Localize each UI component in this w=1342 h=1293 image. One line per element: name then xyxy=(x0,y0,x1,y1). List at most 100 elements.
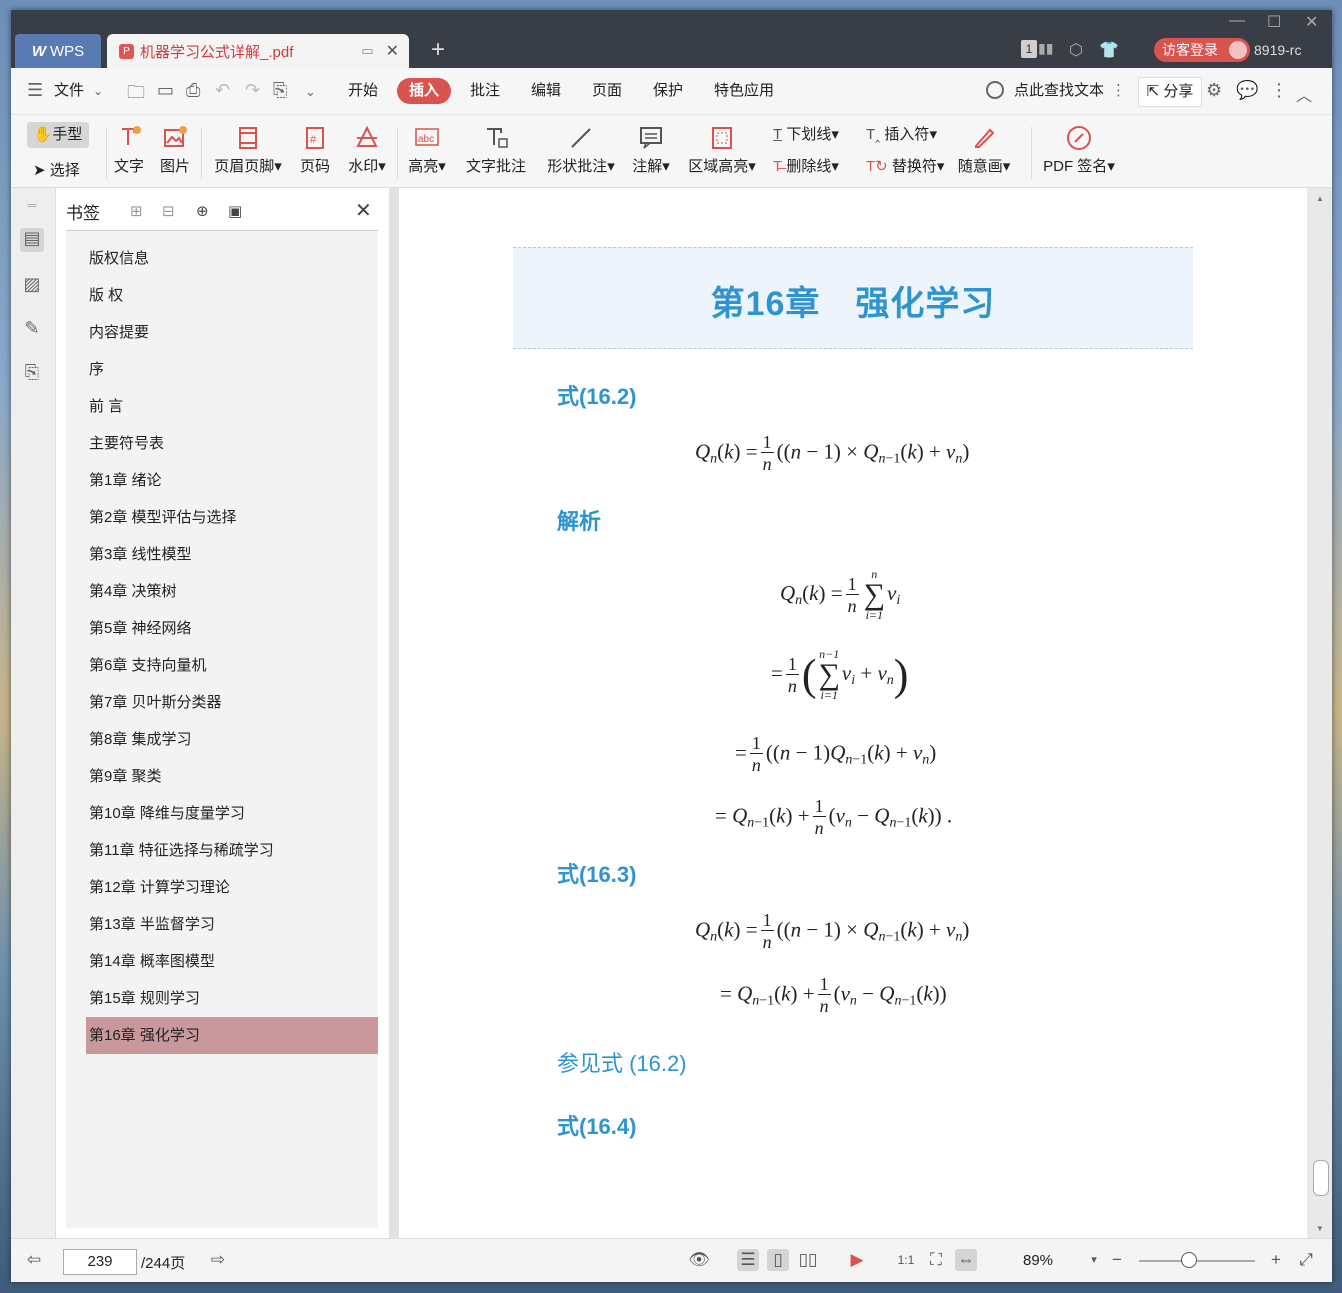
insert-image-button[interactable]: 图片 xyxy=(157,125,193,176)
insert-text-button[interactable]: 文字 xyxy=(111,125,147,176)
bookmark-item[interactable]: 第2章 模型评估与选择 xyxy=(86,499,378,536)
pdf-sign-button[interactable]: PDF 签名▾ xyxy=(1043,125,1115,176)
search-icon[interactable] xyxy=(986,81,1004,99)
share-button[interactable]: ⇱ 分享 xyxy=(1138,77,1202,107)
menu-insert[interactable]: 插入 xyxy=(397,78,451,104)
zoom-out-icon[interactable]: − xyxy=(1106,1249,1128,1271)
eye-protection-icon[interactable]: 👁 xyxy=(688,1249,710,1271)
collapse-bookmark-icon[interactable]: ⊟ xyxy=(162,202,175,220)
print-icon[interactable]: ⎙ xyxy=(186,80,200,101)
menu-page[interactable]: 页面 xyxy=(592,68,622,114)
document-tab[interactable]: P 机器学习公式详解_.pdf ▭ ✕ xyxy=(107,34,409,68)
maximize-icon[interactable]: ☐ xyxy=(1267,12,1281,32)
header-footer-button[interactable]: 页眉页脚▾ xyxy=(211,125,285,176)
bookmark-item[interactable]: 第15章 规则学习 xyxy=(86,980,378,1017)
minimize-icon[interactable]: — xyxy=(1229,12,1245,30)
undo-icon[interactable]: ↶ xyxy=(215,80,230,101)
scrollbar-thumb[interactable] xyxy=(1313,1160,1329,1196)
zoom-slider-handle[interactable] xyxy=(1181,1252,1197,1268)
menu-protect[interactable]: 保护 xyxy=(653,68,683,114)
attachment-icon[interactable]: ⎘ xyxy=(20,362,44,386)
underline-button[interactable]: T̲ 下划线▾ xyxy=(773,123,839,144)
sync-icon[interactable]: ⬡ xyxy=(1069,40,1083,60)
skin-shirt-icon[interactable]: 👕 xyxy=(1099,40,1119,60)
settings-gear-icon[interactable]: ⚙ xyxy=(1206,80,1222,101)
continuous-view-icon[interactable]: ☰ xyxy=(737,1249,759,1271)
watermark-button[interactable]: 水印▾ xyxy=(345,125,389,176)
bookmark-item[interactable]: 第8章 集成学习 xyxy=(86,721,378,758)
page-number-input[interactable]: 239 xyxy=(63,1249,137,1275)
replace-mark-button[interactable]: T↻ 替换符▾ xyxy=(866,155,944,176)
bookmark-item[interactable]: 序 xyxy=(86,351,378,388)
bookmark-item[interactable]: 第9章 聚类 xyxy=(86,758,378,795)
bookmark-item[interactable]: 内容提要 xyxy=(86,314,378,351)
bookmark-item[interactable]: 版 权 xyxy=(86,277,378,314)
bookmark-item[interactable]: 第7章 贝叶斯分类器 xyxy=(86,684,378,721)
thumbnail-icon[interactable]: ▨ xyxy=(20,274,44,298)
previous-page-icon[interactable]: ⇦ xyxy=(23,1249,45,1271)
two-page-view-icon[interactable]: ▯▯ xyxy=(797,1249,819,1271)
bookmark-item[interactable]: 第13章 半监督学习 xyxy=(86,906,378,943)
play-slideshow-icon[interactable]: ▶ xyxy=(846,1249,868,1271)
bookmark-item[interactable]: 前 言 xyxy=(86,388,378,425)
strikethrough-button[interactable]: T̶ 删除线▾ xyxy=(773,155,839,176)
collapse-ribbon-icon[interactable]: ︿ xyxy=(1296,82,1312,106)
expand-bookmark-icon[interactable]: ⊞ xyxy=(130,202,143,220)
note-button[interactable]: 注解▾ xyxy=(629,125,673,176)
insert-mark-button[interactable]: T‸ 插入符▾ xyxy=(866,123,937,144)
tab-monitor-icon[interactable]: ▭ xyxy=(361,43,373,59)
window-count-badge[interactable]: 1 xyxy=(1021,40,1037,58)
page-number-button[interactable]: # 页码 xyxy=(297,125,333,176)
scroll-up-icon[interactable]: ▲ xyxy=(1316,194,1324,203)
vertical-scrollbar[interactable]: ▲ ▼ xyxy=(1307,188,1332,1238)
fit-width-icon[interactable]: ⇔ xyxy=(955,1249,977,1271)
bookmark-settings-icon[interactable]: ▣ xyxy=(228,202,242,220)
panel-divider[interactable] xyxy=(389,188,399,1238)
search-more-icon[interactable]: ⋮ xyxy=(1111,68,1126,114)
chevron-down-icon[interactable]: ⌄ xyxy=(93,84,103,98)
new-tab-button[interactable]: + xyxy=(431,36,445,64)
actual-size-icon[interactable]: 1:1 xyxy=(895,1249,917,1271)
menu-annotate[interactable]: 批注 xyxy=(470,68,500,114)
search-text-box[interactable]: 点此查找文本 xyxy=(1014,68,1104,114)
zoom-in-icon[interactable]: + xyxy=(1265,1249,1287,1271)
save-icon[interactable]: ▭ xyxy=(157,80,174,101)
more-tools-chevron-icon[interactable]: ⌄ xyxy=(305,84,316,100)
zoom-level[interactable]: 89% xyxy=(1023,1252,1053,1269)
next-page-icon[interactable]: ⇨ xyxy=(207,1249,229,1271)
shape-comment-button[interactable]: 形状批注▾ xyxy=(543,125,619,176)
area-highlight-button[interactable]: 区域高亮▾ xyxy=(687,125,757,176)
file-menu[interactable]: 文件 xyxy=(54,68,84,114)
select-tool-button[interactable]: ➤ 选择 xyxy=(33,159,80,180)
bookmark-item[interactable]: 第6章 支持向量机 xyxy=(86,647,378,684)
hamburger-menu-icon[interactable]: ☰ xyxy=(27,80,43,101)
menu-start[interactable]: 开始 xyxy=(348,68,378,114)
scroll-down-icon[interactable]: ▼ xyxy=(1316,1224,1324,1233)
export-icon[interactable]: ⎘ xyxy=(273,80,287,101)
layout-bars-icon[interactable]: ▮▮ xyxy=(1038,40,1053,57)
bookmark-list-icon[interactable]: ▤ xyxy=(20,228,44,252)
add-bookmark-icon[interactable]: ⊕ xyxy=(196,202,209,220)
fullscreen-icon[interactable]: ⤢ xyxy=(1295,1249,1317,1271)
zoom-slider-track[interactable] xyxy=(1139,1260,1255,1262)
comment-bubble-icon[interactable]: 💬 xyxy=(1236,80,1258,101)
more-vertical-icon[interactable]: ⋮ xyxy=(1270,80,1288,101)
bookmark-item[interactable]: 第5章 神经网络 xyxy=(86,610,378,647)
zoom-dropdown-icon[interactable]: ▾ xyxy=(1083,1249,1105,1271)
bookmark-item[interactable]: 第10章 降维与度量学习 xyxy=(86,795,378,832)
bookmark-item[interactable]: 主要符号表 xyxy=(86,425,378,462)
hand-tool-button[interactable]: ✋手型 xyxy=(27,122,89,148)
close-panel-icon[interactable]: ✕ xyxy=(355,198,372,223)
wps-home-tab[interactable]: W WPS xyxy=(15,34,101,68)
bookmark-item[interactable]: 第16章 强化学习 xyxy=(86,1017,378,1054)
single-page-view-icon[interactable]: ▯ xyxy=(767,1249,789,1271)
highlight-button[interactable]: abc 高亮▾ xyxy=(407,125,447,176)
menu-special-apps[interactable]: 特色应用 xyxy=(714,68,774,114)
close-window-icon[interactable]: ✕ xyxy=(1305,12,1318,32)
text-comment-button[interactable]: 文字批注 xyxy=(465,125,527,176)
see-also-reference[interactable]: 参见式 (16.2) xyxy=(557,1046,687,1078)
fit-page-icon[interactable]: ⛶ xyxy=(925,1249,947,1271)
bookmark-item[interactable]: 第11章 特征选择与稀疏学习 xyxy=(86,832,378,869)
bookmark-item[interactable]: 第1章 绪论 xyxy=(86,462,378,499)
redo-icon[interactable]: ↷ xyxy=(245,80,260,101)
